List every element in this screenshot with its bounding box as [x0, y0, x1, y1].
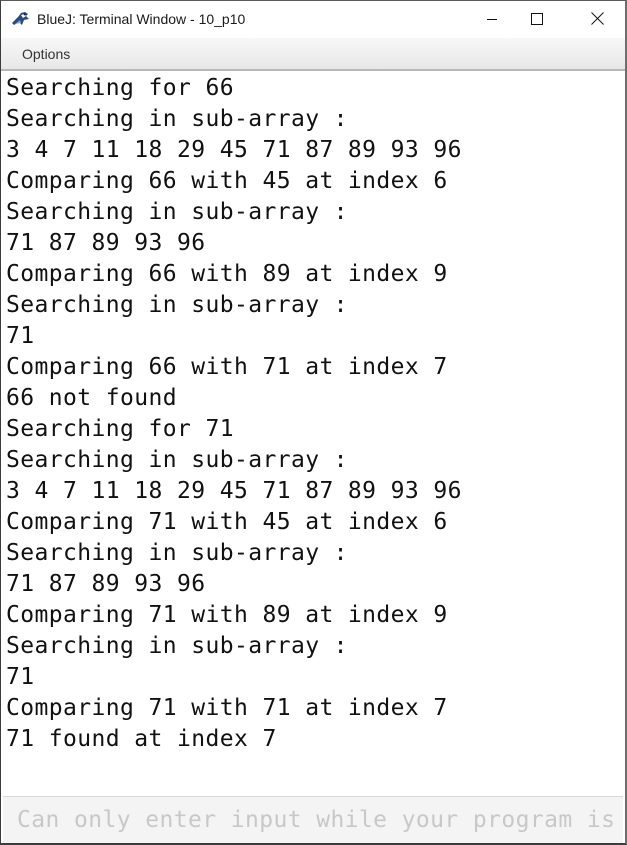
minimize-button[interactable]: [469, 1, 515, 38]
terminal-line: Searching for 66: [6, 75, 234, 101]
terminal-line: 71 87 89 93 96: [6, 571, 206, 597]
terminal-line: Searching in sub-array :: [6, 292, 348, 318]
terminal-line: 3 4 7 11 18 29 45 71 87 89 93 96: [6, 478, 462, 504]
menu-bar: Options: [1, 38, 625, 71]
terminal-line: Comparing 66 with 89 at index 9: [6, 261, 448, 287]
terminal-line: 3 4 7 11 18 29 45 71 87 89 93 96: [6, 137, 462, 163]
close-button[interactable]: [574, 1, 620, 38]
terminal-line: Comparing 66 with 45 at index 6: [6, 168, 448, 194]
window-title: BlueJ: Terminal Window - 10_p10: [37, 11, 246, 27]
terminal-window: BlueJ: Terminal Window - 10_p10 Options …: [0, 0, 627, 845]
terminal-output[interactable]: Searching for 66 Searching in sub-array :…: [1, 71, 625, 796]
minimize-icon: [486, 10, 498, 29]
terminal-line: Comparing 71 with 45 at index 6: [6, 509, 448, 535]
terminal-line: Comparing 71 with 89 at index 9: [6, 602, 448, 628]
close-icon: [590, 10, 604, 29]
input-bar: Can only enter input while your program …: [3, 796, 623, 843]
terminal-line: 71 found at index 7: [6, 726, 277, 752]
terminal-line: 66 not found: [6, 385, 177, 411]
terminal-line: 71 87 89 93 96: [6, 230, 206, 256]
terminal-line: Searching in sub-array :: [6, 633, 348, 659]
title-bar[interactable]: BlueJ: Terminal Window - 10_p10: [1, 1, 625, 38]
terminal-line: 71: [6, 664, 35, 690]
terminal-line: Searching in sub-array :: [6, 199, 348, 225]
bluej-bird-icon: [11, 11, 31, 28]
maximize-icon: [531, 10, 543, 29]
terminal-line: Searching in sub-array :: [6, 447, 348, 473]
terminal-line: Comparing 66 with 71 at index 7: [6, 354, 448, 380]
menu-options[interactable]: Options: [22, 46, 70, 62]
terminal-line: 71: [6, 323, 35, 349]
terminal-input[interactable]: Can only enter input while your program …: [3, 797, 623, 843]
terminal-line: Comparing 71 with 71 at index 7: [6, 695, 448, 721]
terminal-line: Searching in sub-array :: [6, 540, 348, 566]
maximize-button[interactable]: [514, 1, 560, 38]
terminal-line: Searching in sub-array :: [6, 106, 348, 132]
terminal-line: Searching for 71: [6, 416, 234, 442]
